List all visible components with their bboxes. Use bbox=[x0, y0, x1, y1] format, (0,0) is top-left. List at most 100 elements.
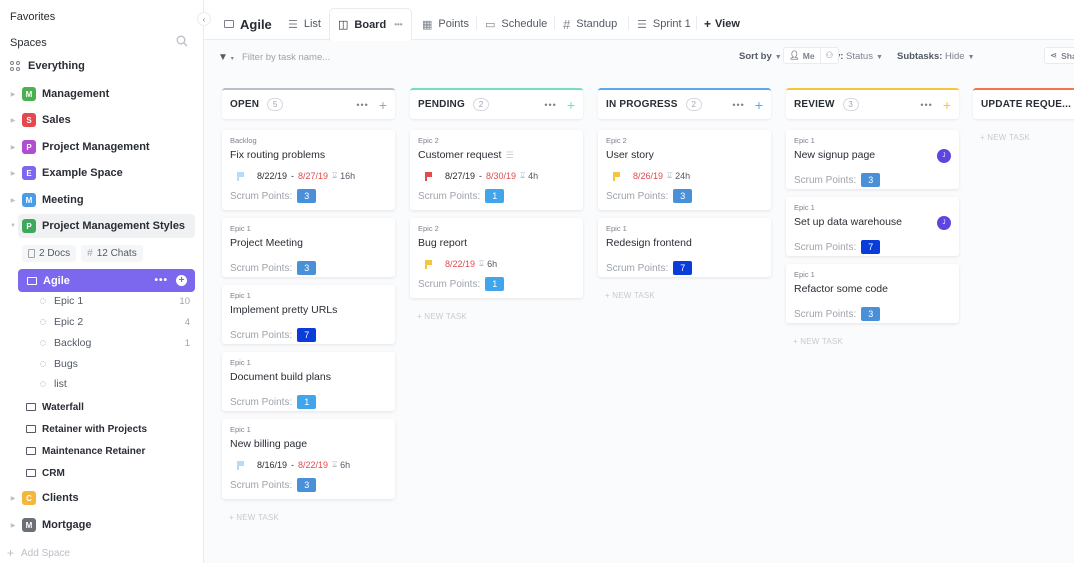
time-estimate[interactable]: 6h bbox=[340, 460, 350, 470]
column-header[interactable]: PENDING 2 ••• + bbox=[410, 88, 583, 119]
scrum-points-badge[interactable]: 1 bbox=[485, 277, 505, 291]
due-date[interactable]: 8/26/19 bbox=[633, 171, 663, 181]
new-task-button[interactable]: + NEW TASK bbox=[793, 337, 843, 346]
add-task-icon[interactable]: + bbox=[755, 98, 763, 112]
tab-sprint-1[interactable]: ☰ Sprint 1 bbox=[637, 8, 691, 40]
sidebar-space-example-space[interactable]: ▶ E Example Space bbox=[0, 162, 200, 184]
task-card[interactable]: Epic 1 Project Meeting Scrum Points: 3 bbox=[222, 218, 395, 277]
more-icon[interactable]: ••• bbox=[544, 100, 556, 110]
time-estimate[interactable]: 24h bbox=[675, 171, 690, 181]
me-button[interactable]: 👤︎ Me bbox=[784, 48, 820, 63]
caret-right-icon[interactable]: ▶ bbox=[8, 522, 18, 529]
scrum-points-badge[interactable]: 1 bbox=[297, 395, 317, 409]
add-task-icon[interactable]: + bbox=[943, 98, 951, 112]
caret-down-icon[interactable]: ▼ bbox=[8, 223, 18, 229]
time-estimate[interactable]: 16h bbox=[340, 171, 355, 181]
start-date[interactable]: 8/27/19 bbox=[445, 171, 475, 181]
more-icon[interactable]: ••• bbox=[920, 100, 932, 110]
sidebar-list-item[interactable]: list bbox=[40, 375, 190, 393]
more-icon[interactable]: ••• bbox=[732, 100, 744, 110]
task-title[interactable]: Redesign frontend bbox=[606, 237, 692, 249]
task-card[interactable]: Epic 1 Redesign frontend Scrum Points: 7 bbox=[598, 218, 771, 277]
new-task-button[interactable]: + NEW TASK bbox=[229, 513, 279, 522]
task-card[interactable]: Epic 1 Set up data warehouse J Scrum Points… bbox=[786, 197, 959, 256]
add-circle-icon[interactable]: + bbox=[176, 275, 187, 286]
sidebar-folder[interactable]: Maintenance Retainer bbox=[26, 442, 145, 460]
task-title[interactable]: User story bbox=[606, 149, 654, 161]
search-icon[interactable] bbox=[176, 35, 188, 47]
sidebar-folder-agile[interactable]: Agile ••• + bbox=[18, 269, 195, 292]
task-card[interactable]: Epic 1 New billing page 8/16/19-8/22/19 ⌛︎ 6… bbox=[222, 419, 395, 499]
spaces-heading[interactable]: Spaces bbox=[10, 37, 47, 49]
more-icon[interactable]: ••• bbox=[394, 20, 402, 29]
column-header[interactable]: IN PROGRESS 2 ••• + bbox=[598, 88, 771, 119]
chats-chip[interactable]: # 12 Chats bbox=[81, 245, 143, 262]
collapse-sidebar-button[interactable]: ‹ bbox=[197, 12, 211, 26]
assignee-avatar[interactable]: J bbox=[937, 149, 951, 163]
sidebar-folder[interactable]: CRM bbox=[26, 464, 65, 482]
add-task-icon[interactable]: + bbox=[567, 98, 575, 112]
task-title[interactable]: Bug report bbox=[418, 237, 467, 249]
scrum-points-badge[interactable]: 3 bbox=[861, 173, 881, 187]
sidebar-space-meeting[interactable]: ▶ M Meeting bbox=[0, 189, 200, 211]
due-date[interactable]: 8/30/19 bbox=[486, 171, 516, 181]
due-date[interactable]: 8/27/19 bbox=[298, 171, 328, 181]
task-card[interactable]: Epic 1 Document build plans Scrum Points: 1 bbox=[222, 352, 395, 411]
column-header[interactable]: OPEN 5 ••• + bbox=[222, 88, 395, 119]
sidebar-list-item[interactable]: Bugs bbox=[40, 355, 190, 373]
start-date[interactable]: 8/16/19 bbox=[257, 460, 287, 470]
column-header[interactable]: REVIEW 3 ••• + bbox=[786, 88, 959, 119]
subtasks-dropdown[interactable]: Subtasks: Hide ▼ bbox=[897, 51, 975, 62]
sidebar-folder[interactable]: Retainer with Projects bbox=[26, 420, 147, 438]
scrum-points-badge[interactable]: 3 bbox=[673, 189, 693, 203]
sort-by-dropdown[interactable]: Sort by ▼ bbox=[739, 51, 782, 62]
scrum-points-badge[interactable]: 7 bbox=[861, 240, 881, 254]
sidebar-space-mortgage[interactable]: ▶ M Mortgage bbox=[0, 514, 200, 536]
task-title[interactable]: Project Meeting bbox=[230, 237, 303, 249]
start-date[interactable]: 8/22/19 bbox=[257, 171, 287, 181]
priority-flag-icon[interactable] bbox=[237, 461, 244, 470]
tab-list[interactable]: ☰ List bbox=[288, 8, 321, 40]
sidebar-list-item[interactable]: Backlog 1 bbox=[40, 334, 190, 352]
add-task-icon[interactable]: + bbox=[379, 98, 387, 112]
new-task-button[interactable]: + NEW TASK bbox=[980, 133, 1030, 142]
task-title[interactable]: Document build plans bbox=[230, 371, 331, 383]
caret-right-icon[interactable]: ▶ bbox=[8, 91, 18, 98]
priority-flag-icon[interactable] bbox=[425, 172, 432, 181]
more-icon[interactable]: ••• bbox=[154, 275, 168, 286]
sidebar-space-project-management[interactable]: ▶ P Project Management bbox=[0, 136, 200, 158]
caret-right-icon[interactable]: ▶ bbox=[8, 117, 18, 124]
filter-input[interactable] bbox=[242, 50, 442, 64]
sidebar-folder[interactable]: Waterfall bbox=[26, 398, 84, 416]
time-estimate[interactable]: 6h bbox=[487, 259, 497, 269]
filter-icon[interactable]: ▼ ▾ bbox=[218, 52, 234, 63]
column-header[interactable]: UPDATE REQUE... bbox=[973, 88, 1074, 119]
task-title[interactable]: New billing page bbox=[230, 438, 307, 450]
sidebar-list-item[interactable]: Epic 1 10 bbox=[40, 292, 190, 310]
docs-chip[interactable]: 2 Docs bbox=[22, 245, 77, 262]
time-estimate[interactable]: 4h bbox=[528, 171, 538, 181]
caret-right-icon[interactable]: ▶ bbox=[8, 144, 18, 151]
scrum-points-badge[interactable]: 7 bbox=[673, 261, 693, 275]
assignee-avatar[interactable]: J bbox=[937, 216, 951, 230]
sidebar-space-management[interactable]: ▶ M Management bbox=[0, 83, 200, 105]
caret-right-icon[interactable]: ▶ bbox=[8, 495, 18, 502]
task-card[interactable]: Epic 1 New signup page J Scrum Points: 3 bbox=[786, 130, 959, 189]
add-view-button[interactable]: + View bbox=[704, 8, 740, 40]
priority-flag-icon[interactable] bbox=[425, 260, 432, 269]
sidebar-space-sales[interactable]: ▶ S Sales bbox=[0, 109, 200, 131]
sidebar-space-clients[interactable]: ▶ C Clients bbox=[0, 487, 200, 509]
tab-standup[interactable]: # Standup bbox=[563, 8, 617, 40]
scrum-points-badge[interactable]: 3 bbox=[297, 478, 317, 492]
task-card[interactable]: Epic 2 User story 8/26/19 ⌛︎ 24h Scrum Points… bbox=[598, 130, 771, 210]
task-card[interactable]: Epic 2 Bug report 8/22/19 ⌛︎ 6h Scrum Points:… bbox=[410, 218, 583, 298]
new-task-button[interactable]: + NEW TASK bbox=[417, 312, 467, 321]
sidebar-item-everything[interactable]: Everything bbox=[10, 60, 85, 72]
task-title[interactable]: Customer request bbox=[418, 149, 501, 161]
breadcrumb-folder[interactable]: Agile bbox=[224, 8, 272, 40]
sidebar-list-item[interactable]: Epic 2 4 bbox=[40, 313, 190, 331]
task-title[interactable]: Implement pretty URLs bbox=[230, 304, 337, 316]
task-card[interactable]: Epic 2 Customer request ☰ 8/27/19-8/30/19 ⌛︎… bbox=[410, 130, 583, 210]
tab-points[interactable]: ▦ Points bbox=[422, 8, 469, 40]
task-title[interactable]: Set up data warehouse bbox=[794, 216, 902, 228]
